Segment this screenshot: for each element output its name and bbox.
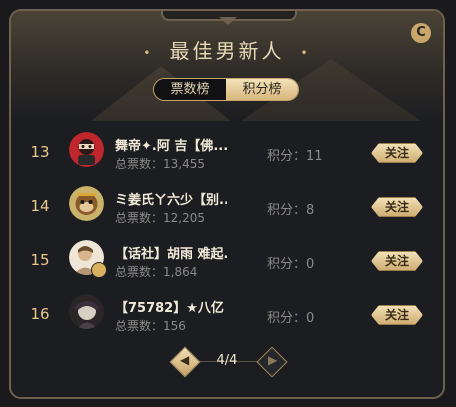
user-name[interactable]: ミ姜氏ㄚ六少【别... bbox=[115, 189, 227, 208]
follow-button[interactable]: 关注 bbox=[371, 143, 423, 163]
list-item: 13 舞帝✦.阿 吉【佛... 总票数：13,455 积分：11 关注 bbox=[11, 127, 443, 181]
total-votes: 总票数：13,455 bbox=[115, 155, 205, 172]
title-text: 最佳男新人 bbox=[169, 39, 285, 63]
votes-label: 总票数： bbox=[115, 265, 164, 279]
votes-label: 总票数： bbox=[115, 157, 164, 171]
list-item: 14 ミ姜氏ㄚ六少【别... 总票数：12,205 积分：8 关注 bbox=[11, 181, 443, 235]
avatar[interactable] bbox=[69, 132, 104, 167]
tab-bar: 票数榜 积分榜 bbox=[153, 78, 299, 101]
avatar-red-character-icon bbox=[69, 132, 104, 167]
rank-number: 16 bbox=[30, 305, 50, 323]
follow-button[interactable]: 关注 bbox=[371, 251, 423, 271]
avatar-monkey-character-icon bbox=[69, 186, 104, 221]
score: 积分：0 bbox=[267, 253, 314, 272]
score-value: 0 bbox=[306, 257, 315, 272]
follow-button[interactable]: 关注 bbox=[371, 197, 423, 217]
votes-value: 13,455 bbox=[163, 157, 206, 171]
notch-arrow-icon bbox=[219, 17, 237, 25]
title-dot-icon: • bbox=[300, 45, 311, 60]
score-label: 积分： bbox=[267, 203, 307, 218]
votes-value: 1,864 bbox=[163, 265, 198, 279]
tab-points[interactable]: 积分榜 bbox=[226, 79, 298, 100]
list-item: 15 【话社】胡雨 难起... 总票数：1,864 积分：0 关注 bbox=[11, 235, 443, 289]
rank-number: 15 bbox=[30, 251, 50, 269]
level-badge-icon bbox=[91, 262, 107, 278]
votes-label: 总票数： bbox=[115, 211, 164, 225]
score: 积分：8 bbox=[267, 199, 314, 218]
total-votes: 总票数：1,864 bbox=[115, 263, 197, 280]
avatar[interactable] bbox=[69, 294, 104, 329]
user-name[interactable]: 【75782】★八亿 bbox=[115, 297, 227, 316]
total-votes: 总票数：12,205 bbox=[115, 209, 205, 226]
title-dot-icon: • bbox=[143, 45, 154, 60]
panel-title: • 最佳男新人 • bbox=[11, 35, 443, 64]
rank-number: 13 bbox=[30, 143, 50, 161]
avatar-dark-character-icon bbox=[69, 294, 104, 329]
list-item: 16 【75782】★八亿 总票数：156 积分：0 关注 bbox=[11, 289, 443, 343]
score-value: 8 bbox=[306, 203, 315, 218]
score-label: 积分： bbox=[267, 257, 307, 272]
score-value: 0 bbox=[306, 311, 315, 326]
user-name[interactable]: 舞帝✦.阿 吉【佛... bbox=[115, 135, 227, 154]
votes-label: 总票数： bbox=[115, 319, 164, 333]
refresh-icon[interactable]: C bbox=[411, 23, 431, 43]
score: 积分：0 bbox=[267, 307, 314, 326]
score-label: 积分： bbox=[267, 311, 307, 326]
avatar[interactable] bbox=[69, 186, 104, 221]
tab-votes[interactable]: 票数榜 bbox=[154, 79, 226, 100]
user-name[interactable]: 【话社】胡雨 难起... bbox=[115, 243, 227, 262]
score-label: 积分： bbox=[267, 149, 307, 164]
rank-number: 14 bbox=[30, 197, 50, 215]
score-value: 11 bbox=[306, 149, 323, 164]
pagination: ◀ 4/4 ▶ bbox=[11, 346, 443, 378]
votes-value: 12,205 bbox=[163, 211, 206, 225]
total-votes: 总票数：156 bbox=[115, 317, 186, 334]
panel-header bbox=[11, 11, 443, 123]
chevron-right-icon: ▶ bbox=[268, 353, 278, 367]
page-indicator: 4/4 bbox=[216, 353, 238, 368]
votes-value: 156 bbox=[163, 319, 186, 333]
follow-button[interactable]: 关注 bbox=[371, 305, 423, 325]
ranking-panel: • 最佳男新人 • C 票数榜 积分榜 13 舞帝✦.阿 吉【佛... 总票数：13… bbox=[9, 9, 445, 399]
score: 积分：11 bbox=[267, 145, 323, 164]
